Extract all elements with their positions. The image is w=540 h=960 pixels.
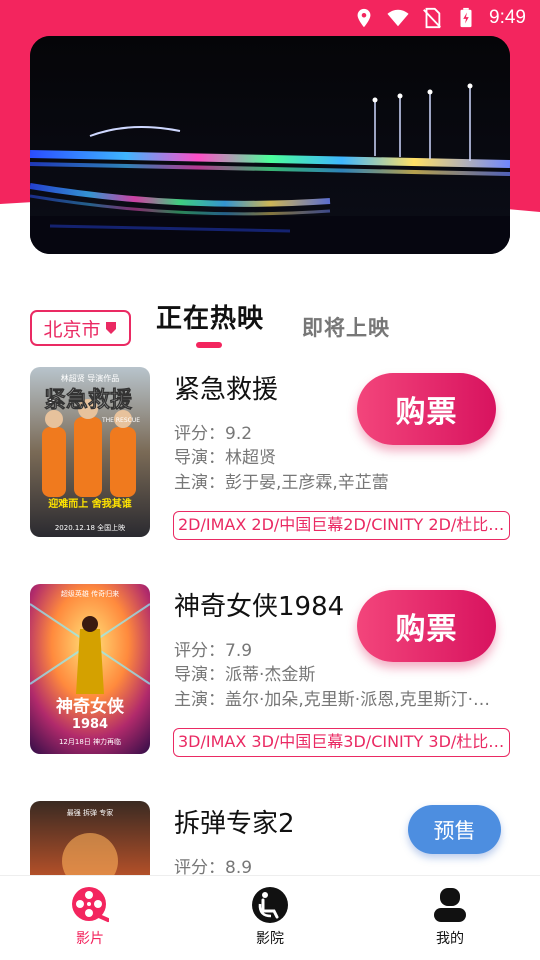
city-label: 北京市 [43,318,101,341]
status-bar: 9:49 [0,0,540,36]
movie-rating: 评分：7.9 [174,641,253,661]
user-profile-icon [434,888,466,922]
tab-now-showing[interactable]: 正在热映 [156,298,264,335]
no-sim-icon [423,7,441,29]
movie-actors: 主演：彭于晏,王彦霖,辛芷蕾 [174,473,389,493]
presale-button[interactable]: 预售 [408,805,501,854]
nav-label-mine: 我的 [436,931,464,947]
movie-director: 导演：派蒂·杰金斯 [174,665,316,685]
nav-item-mine[interactable]: 我的 [360,876,540,960]
poster-date-text: 2020.12.18 全国上映 [55,523,125,532]
movie-formats: 2D/IMAX 2D/中国巨幕2D/CINITY 2D/杜比影院2D [173,511,510,540]
movie-rating: 评分：9.2 [174,424,253,444]
nav-label-cinemas: 影院 [256,931,284,947]
movie-poster[interactable]: 超级英雄 传奇归来 神奇女侠 1984 12月18日 神力再临 [30,584,150,754]
movie-title: 神奇女侠1984 [174,592,345,622]
buy-ticket-button[interactable]: 购票 [357,590,496,662]
movie-actors: 主演：盖尔·加朵,克里斯·派恩,克里斯汀·韦格 [174,690,504,710]
poster-top-text: 超级英雄 传奇归来 [61,589,119,598]
poster-title-text: 紧急救援 [44,387,133,413]
poster-top-text: 最强 拆弹 专家 [67,808,113,817]
poster-side-text: THE RESCUE [101,417,140,424]
status-time: 9:49 [489,7,526,28]
nav-label-films: 影片 [76,931,104,947]
movie-card[interactable]: 林超贤 导演作品 紧急救援 THE RESCUE 迎难而上 舍我其谁 2020.… [0,367,540,547]
location-icon [357,8,371,28]
movie-poster[interactable]: 最强 拆弹 专家 [30,801,150,875]
movie-card[interactable]: 最强 拆弹 专家 拆弹专家2 评分：8.9 预售 [0,801,540,875]
cinema-seat-icon [252,887,288,923]
nav-item-films[interactable]: 影片 [0,876,180,960]
movie-rating: 评分：8.9 [174,858,253,875]
poster-date-text: 12月18日 神力再临 [59,737,121,746]
tab-coming-soon[interactable]: 即将上映 [302,312,390,342]
nav-item-cinemas[interactable]: 影院 [180,876,360,960]
poster-title-text: 神奇女侠 [56,696,125,717]
tab-active-indicator [196,342,222,348]
poster-wonder-woman: 超级英雄 传奇归来 神奇女侠 1984 12月18日 神力再临 [30,584,150,754]
city-selector[interactable]: 北京市 [30,310,131,346]
buy-ticket-button[interactable]: 购票 [357,373,496,445]
movie-poster[interactable]: 林超贤 导演作品 紧急救援 THE RESCUE 迎难而上 舍我其谁 2020.… [30,367,150,537]
night-bridge-photo [30,36,510,254]
movie-title: 紧急救援 [174,375,279,405]
movie-card[interactable]: 超级英雄 传奇归来 神奇女侠 1984 12月18日 神力再临 神奇女侠1984… [0,584,540,764]
film-reel-icon [72,887,109,922]
poster-top-text: 林超贤 导演作品 [61,373,120,383]
wifi-icon [387,9,409,27]
poster-shock-wave: 最强 拆弹 专家 [30,801,150,875]
bottom-navigation: 影片 影院 我的 [0,875,540,960]
battery-charging-icon [460,7,472,28]
poster-number-text: 1984 [72,717,108,732]
poster-slogan-text: 迎难而上 舍我其谁 [48,497,131,510]
movie-title: 拆弹专家2 [174,809,295,839]
movie-director: 导演：林超贤 [174,448,276,468]
poster-rescue: 林超贤 导演作品 紧急救援 THE RESCUE 迎难而上 舍我其谁 2020.… [30,367,150,537]
map-pin-icon [105,322,116,334]
banner-image[interactable] [30,36,510,254]
movie-formats: 3D/IMAX 3D/中国巨幕3D/CINITY 3D/杜比影院3D [173,728,510,757]
